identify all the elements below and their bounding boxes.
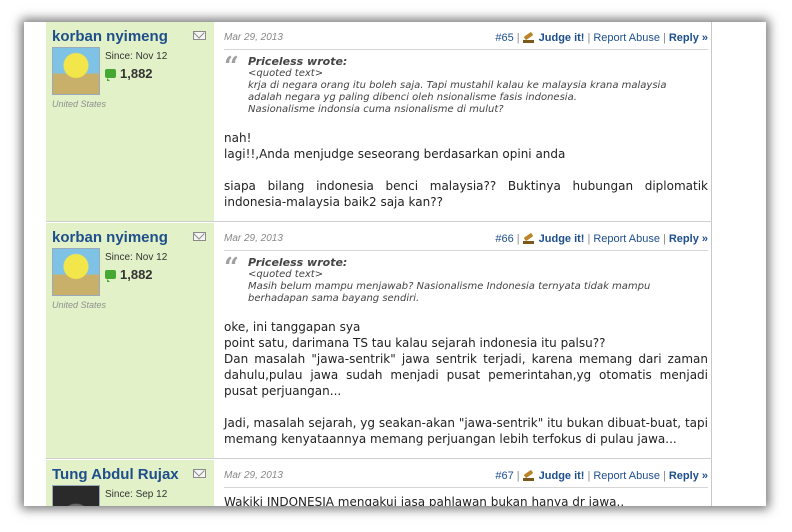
text-line: Wakiki INDONESIA mengakui jasa pahlawan … (224, 495, 625, 506)
divider: | (663, 31, 666, 44)
report-abuse-link[interactable]: Report Abuse (593, 233, 660, 245)
text-line: point satu, darimana TS tau kalau sejara… (224, 336, 606, 350)
post-header: Mar 29, 2013 #66 | Judge it! | Report Ab… (224, 231, 708, 251)
text-line: oke, ini tanggapan sya (224, 320, 361, 334)
reply-link[interactable]: Reply » (669, 233, 708, 245)
judge-it-link[interactable]: Judge it! (539, 32, 585, 44)
post-body: Mar 29, 2013 #66 | Judge it! | Report Ab… (214, 223, 712, 458)
quote-line: krja di negara orang itu boleh saja. Tap… (248, 80, 667, 91)
divider: | (516, 31, 520, 44)
divider: | (587, 232, 591, 245)
post-text: oke, ini tanggapan sya point satu, darim… (224, 319, 708, 447)
user-location: United States (52, 300, 107, 310)
forum-post: korban nyimeng Since: Nov 12 1,882 Unite… (46, 223, 712, 459)
post-number-link[interactable]: #66 (495, 233, 513, 245)
avatar[interactable] (52, 248, 100, 296)
quote-block: “ Priceless wrote: <quoted text> Masih b… (224, 253, 708, 305)
gavel-icon[interactable] (522, 470, 535, 481)
username-link[interactable]: korban nyimeng (52, 229, 208, 246)
post-count: 1,882 (120, 66, 153, 81)
mail-icon[interactable] (193, 31, 206, 40)
post-text: nah! lagi!!,Anda menjudge seseorang berd… (224, 130, 708, 210)
report-abuse-link[interactable]: Report Abuse (593, 32, 660, 44)
text-line: siapa bilang indonesia benci malaysia?? … (224, 179, 708, 209)
divider: | (663, 232, 666, 245)
member-since: Since: Nov 12 (105, 252, 168, 263)
text-line: Dan masalah "jawa-sentrik" jawa sentrik … (224, 352, 708, 398)
member-since: Since: Sep 12 (105, 489, 168, 500)
user-sidebar: Tung Abdul Rujax Since: Sep 12 (46, 460, 214, 506)
reply-link[interactable]: Reply » (669, 470, 708, 482)
user-meta: Since: Nov 12 1,882 (105, 248, 167, 296)
user-meta: Since: Nov 12 1,882 (105, 47, 167, 95)
quote-line: Masih belum mampu menjawab? Nasionalisme… (248, 281, 651, 292)
quote-mark-icon: “ (224, 253, 239, 283)
mail-icon[interactable] (193, 469, 206, 478)
divider: | (663, 469, 666, 482)
user-sidebar: korban nyimeng Since: Nov 12 1,882 Unite… (46, 223, 214, 458)
quote-line: berhadapan sama bayang sendiri. (248, 293, 420, 304)
user-info: Since: Nov 12 1,882 (52, 248, 208, 296)
post-actions: #65 | Judge it! | Report Abuse | Reply » (495, 32, 708, 44)
quote-label: <quoted text> (248, 269, 324, 280)
post-actions: #67 | Judge it! | Report Abuse | Reply » (495, 470, 708, 482)
post-number-link[interactable]: #65 (495, 32, 513, 44)
text-line: nah! (224, 131, 252, 145)
quote-block: “ Priceless wrote: <quoted text> krja di… (224, 52, 708, 116)
user-meta: Since: Sep 12 (105, 485, 167, 506)
divider: | (587, 469, 591, 482)
quote-line: adalah negara yg paling dibenci oleh nsi… (248, 92, 577, 103)
username-link[interactable]: korban nyimeng (52, 28, 208, 45)
avatar[interactable] (52, 47, 100, 95)
judge-it-link[interactable]: Judge it! (539, 470, 585, 482)
quote-label: <quoted text> (248, 68, 324, 79)
speech-bubble-icon (105, 69, 116, 81)
posts-column: korban nyimeng Since: Nov 12 1,882 Unite… (46, 22, 712, 506)
user-sidebar: korban nyimeng Since: Nov 12 1,882 Unite… (46, 22, 214, 221)
gavel-icon[interactable] (522, 233, 535, 244)
user-info: Since: Sep 12 (52, 485, 208, 506)
post-date: Mar 29, 2013 (224, 233, 283, 244)
post-date: Mar 29, 2013 (224, 470, 283, 481)
mail-icon[interactable] (193, 232, 206, 241)
quote-author: Priceless wrote: (248, 55, 348, 68)
post-number-link[interactable]: #67 (495, 470, 513, 482)
member-since: Since: Nov 12 (105, 51, 168, 62)
quote-line: Nasionalisme indonsia cuma nsionalisme d… (248, 104, 504, 115)
reply-link[interactable]: Reply » (669, 32, 708, 44)
quote-mark-icon: “ (224, 52, 239, 82)
forum-window: korban nyimeng Since: Nov 12 1,882 Unite… (24, 22, 766, 506)
forum-post: Tung Abdul Rujax Since: Sep 12 Mar 29, 2… (46, 460, 712, 506)
reputation: 1,882 (105, 66, 167, 81)
post-body: Mar 29, 2013 #65 | Judge it! | Report Ab… (214, 22, 712, 221)
post-header: Mar 29, 2013 #67 | Judge it! | Report Ab… (224, 468, 708, 488)
avatar[interactable] (52, 485, 100, 506)
user-location: United States (52, 99, 107, 109)
text-line: lagi!!,Anda menjudge seseorang berdasark… (224, 147, 566, 161)
text-line: Jadi, masalah sejarah, yg seakan-akan "j… (224, 416, 708, 446)
post-count: 1,882 (120, 267, 153, 282)
quote-author: Priceless wrote: (248, 256, 348, 269)
reputation: 1,882 (105, 267, 167, 282)
username-link[interactable]: Tung Abdul Rujax (52, 466, 208, 483)
gavel-icon[interactable] (522, 32, 535, 43)
divider: | (516, 469, 520, 482)
forum-post: korban nyimeng Since: Nov 12 1,882 Unite… (46, 22, 712, 222)
report-abuse-link[interactable]: Report Abuse (593, 470, 660, 482)
divider: | (516, 232, 520, 245)
post-text: Wakiki INDONESIA mengakui jasa pahlawan … (224, 494, 708, 506)
post-date: Mar 29, 2013 (224, 32, 283, 43)
speech-bubble-icon (105, 270, 116, 282)
post-body: Mar 29, 2013 #67 | Judge it! | Report Ab… (214, 460, 712, 506)
post-header: Mar 29, 2013 #65 | Judge it! | Report Ab… (224, 30, 708, 50)
judge-it-link[interactable]: Judge it! (539, 233, 585, 245)
post-actions: #66 | Judge it! | Report Abuse | Reply » (495, 233, 708, 245)
user-info: Since: Nov 12 1,882 (52, 47, 208, 95)
divider: | (587, 31, 591, 44)
